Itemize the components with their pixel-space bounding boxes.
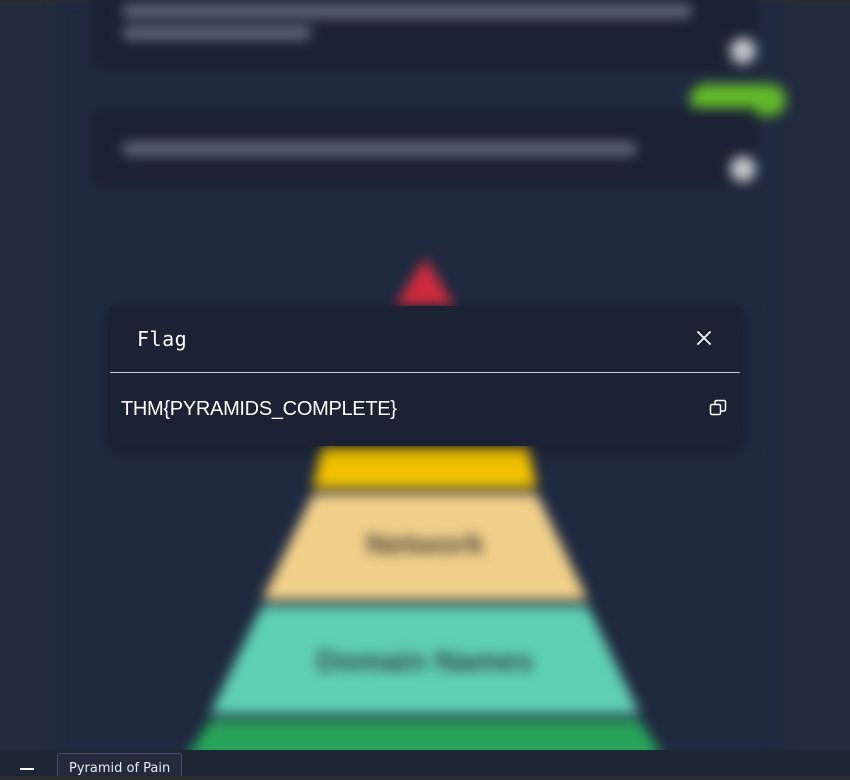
copy-button[interactable] [708,398,728,418]
close-icon [697,331,711,345]
close-button[interactable] [694,328,714,348]
flag-modal: Flag THM{PYRAMIDS_COMPLETE} [110,306,740,446]
flag-value[interactable]: THM{PYRAMIDS_COMPLETE} [121,398,397,421]
screen: Network Domain Names Flag THM{PYRAMIDS_C… [0,0,850,780]
pyramid-tier-top [395,258,455,306]
pyramid-label-network: Network [365,528,485,561]
modal-title: Flag [137,327,188,351]
copy-icon [709,399,727,416]
taskbar-bottom-edge [0,776,850,780]
minimize-icon[interactable] [16,754,38,776]
pyramid-tier-tools [313,446,537,488]
modal-header: Flag [110,306,740,373]
modal-body: THM{PYRAMIDS_COMPLETE} [110,373,740,446]
pyramid-label-domain-names: Domain Names [316,645,534,678]
